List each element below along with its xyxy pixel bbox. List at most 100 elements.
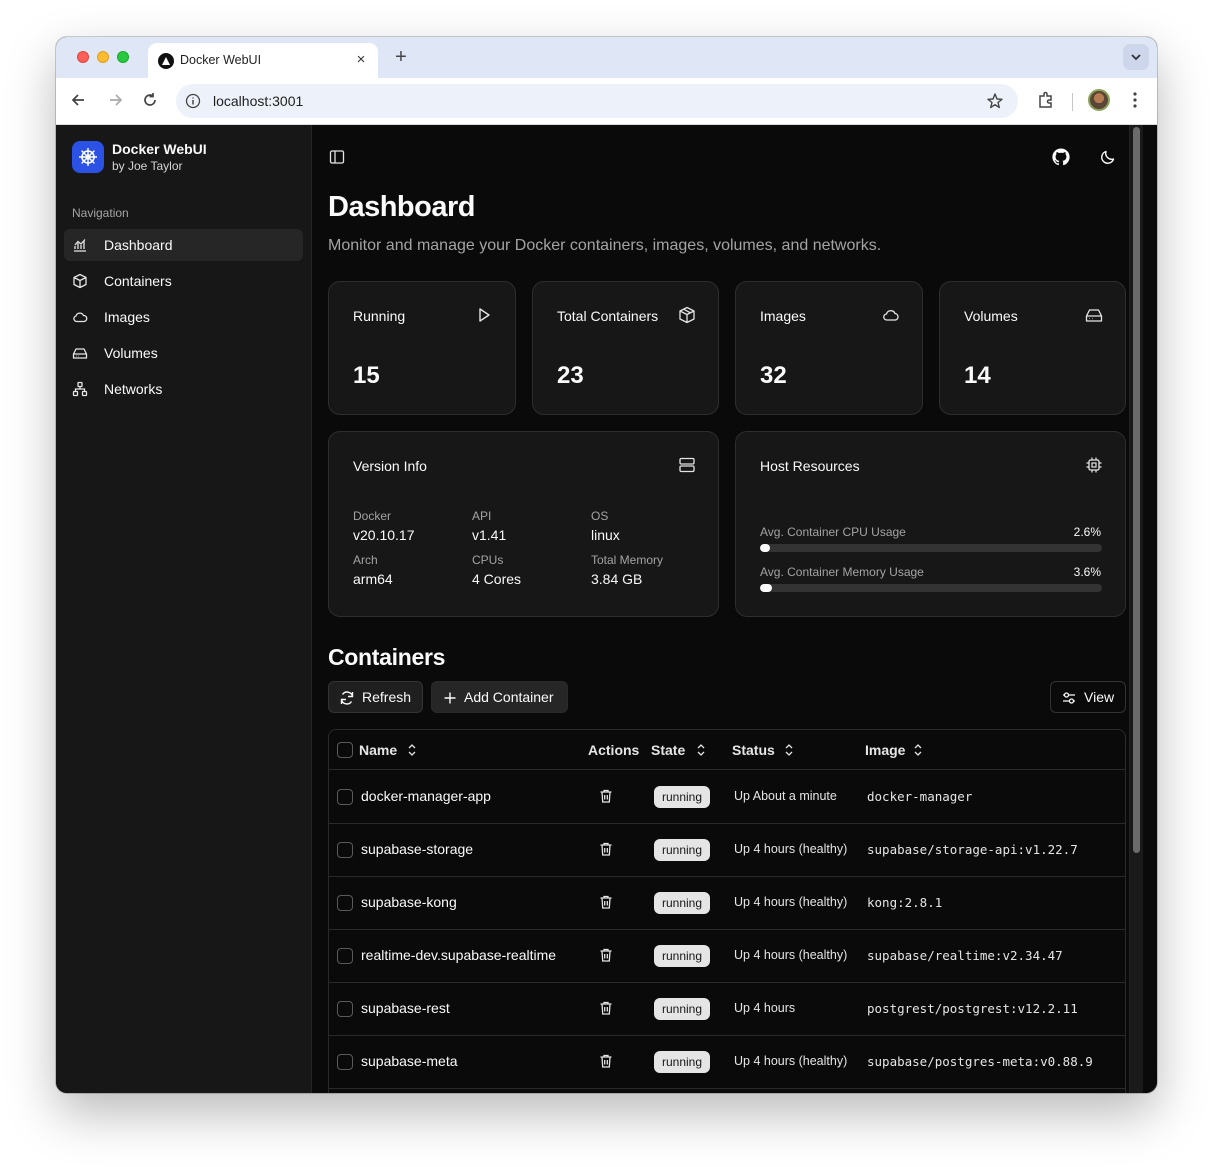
minimize-window-button[interactable]	[97, 51, 109, 63]
cloud-icon	[73, 312, 88, 323]
table-row[interactable]: supabase-kong running Up 4 hours (health…	[329, 877, 1125, 930]
table-row[interactable]: supabase-rest running Up 4 hours postgre…	[329, 983, 1125, 1036]
plus-icon	[444, 692, 456, 704]
add-container-button[interactable]: Add Container	[431, 681, 568, 713]
hard-drive-icon	[72, 348, 88, 359]
version-api-value: v1.41	[472, 527, 507, 543]
cpu-icon	[1086, 457, 1102, 473]
row-checkbox[interactable]	[337, 1054, 353, 1070]
trash-icon[interactable]	[598, 947, 614, 963]
tab-strip: Docker WebUI × +	[56, 37, 1157, 78]
table-row[interactable]: docker-manager-app running Up About a mi…	[329, 771, 1125, 824]
view-options-button[interactable]: View	[1050, 681, 1126, 713]
sidebar-item-containers[interactable]: Containers	[64, 265, 303, 297]
trash-icon[interactable]	[598, 894, 614, 910]
container-name[interactable]: supabase-meta	[361, 1053, 458, 1069]
trash-icon[interactable]	[598, 1000, 614, 1016]
refresh-button[interactable]: Refresh	[328, 681, 423, 713]
moon-icon[interactable]	[1098, 147, 1118, 167]
card-title: Version Info	[353, 458, 427, 474]
row-checkbox[interactable]	[337, 895, 353, 911]
add-container-label: Add Container	[464, 689, 554, 705]
column-header-status[interactable]: Status	[732, 742, 793, 758]
container-name[interactable]: docker-manager-app	[361, 788, 491, 804]
sort-icon	[914, 744, 922, 756]
cpu-usage-fill	[760, 544, 771, 552]
version-cpus-value: 4 Cores	[472, 571, 522, 587]
trash-icon[interactable]	[598, 788, 614, 804]
version-docker-label: Docker	[353, 509, 392, 523]
address-bar[interactable]: localhost:3001	[176, 84, 1018, 118]
container-name[interactable]: supabase-rest	[361, 1000, 450, 1016]
close-window-button[interactable]	[77, 51, 89, 63]
sidebar-item-dashboard[interactable]: Dashboard	[64, 229, 303, 261]
profile-avatar[interactable]	[1088, 89, 1110, 111]
network-icon	[72, 381, 88, 397]
version-api-label: API	[472, 509, 492, 523]
forward-icon[interactable]	[105, 90, 125, 110]
cpu-usage-label: Avg. Container CPU Usage	[760, 525, 906, 539]
more-menu-icon[interactable]	[1125, 90, 1145, 110]
sidebar-item-label: Networks	[104, 381, 163, 397]
sort-icon	[697, 744, 705, 756]
tab-search-button[interactable]	[1123, 44, 1149, 70]
version-docker-value: v20.10.17	[353, 527, 415, 543]
table-row[interactable]: supabase-storage running Up 4 hours (hea…	[329, 824, 1125, 877]
version-arch-label: Arch	[353, 553, 378, 567]
site-info-icon[interactable]	[185, 93, 201, 109]
brand-subtitle: by Joe Taylor	[112, 159, 183, 173]
row-checkbox[interactable]	[337, 842, 353, 858]
container-name[interactable]: supabase-storage	[361, 841, 473, 857]
container-name[interactable]: realtime-dev.supabase-realtime	[361, 947, 556, 963]
stat-label: Running	[353, 308, 406, 324]
back-icon[interactable]	[69, 90, 89, 110]
stat-label: Volumes	[964, 308, 1018, 324]
column-label: Status	[732, 742, 775, 758]
main-content: Dashboard Monitor and manage your Docker…	[313, 125, 1143, 1093]
zoom-window-button[interactable]	[117, 51, 129, 63]
tab-close-icon[interactable]: ×	[352, 51, 370, 69]
version-info-card: Version Info Docker v20.10.17 API v1.41 …	[328, 431, 719, 617]
version-os-label: OS	[591, 509, 609, 523]
container-image: supabase/storage-api:v1.22.7	[867, 842, 1078, 857]
extensions-icon[interactable]	[1036, 90, 1056, 110]
trash-icon[interactable]	[598, 841, 614, 857]
column-header-image[interactable]: Image	[865, 742, 922, 758]
table-header: Name Actions State Status Image	[329, 730, 1125, 770]
row-checkbox[interactable]	[337, 789, 353, 805]
github-icon[interactable]	[1051, 147, 1071, 167]
row-checkbox[interactable]	[337, 948, 353, 964]
toolbar-divider	[1072, 93, 1073, 111]
row-checkbox[interactable]	[337, 1001, 353, 1017]
sidebar-toggle-icon[interactable]	[329, 149, 345, 165]
reload-icon[interactable]	[140, 90, 160, 110]
state-badge: running	[654, 1051, 711, 1073]
trash-icon[interactable]	[598, 1053, 614, 1069]
sidebar-item-images[interactable]: Images	[64, 301, 303, 333]
container-image: docker-manager	[867, 789, 973, 804]
state-badge: running	[654, 786, 711, 808]
sidebar: Docker WebUI by Joe Taylor Navigation Da…	[56, 125, 312, 1093]
select-all-checkbox[interactable]	[337, 742, 353, 758]
column-header-name[interactable]: Name	[359, 742, 416, 758]
new-tab-button[interactable]: +	[390, 47, 412, 69]
container-image: postgrest/postgrest:v12.2.11	[867, 1001, 1078, 1016]
column-header-state[interactable]: State	[651, 742, 705, 758]
stat-value: 32	[760, 362, 787, 389]
sidebar-item-networks[interactable]: Networks	[64, 373, 303, 405]
state-badge: running	[654, 998, 711, 1020]
sort-icon	[408, 744, 416, 756]
container-status: Up 4 hours (healthy)	[734, 895, 848, 909]
browser-tab[interactable]: Docker WebUI ×	[148, 43, 378, 78]
main-scrollbar[interactable]	[1129, 125, 1143, 1093]
browser-window: Docker WebUI × + localhost:3001 Docker W…	[56, 37, 1157, 1093]
cloud-icon	[883, 310, 899, 321]
container-status: Up 4 hours (healthy)	[734, 842, 848, 856]
sidebar-item-volumes[interactable]: Volumes	[64, 337, 303, 369]
stat-card-volumes: Volumes 14	[939, 281, 1126, 415]
table-row[interactable]: realtime-dev.supabase-realtime running U…	[329, 930, 1125, 983]
container-name[interactable]: supabase-kong	[361, 894, 457, 910]
bookmark-star-icon[interactable]	[986, 92, 1004, 110]
scrollbar-thumb[interactable]	[1133, 127, 1140, 853]
table-row[interactable]: supabase-meta running Up 4 hours (health…	[329, 1036, 1125, 1089]
